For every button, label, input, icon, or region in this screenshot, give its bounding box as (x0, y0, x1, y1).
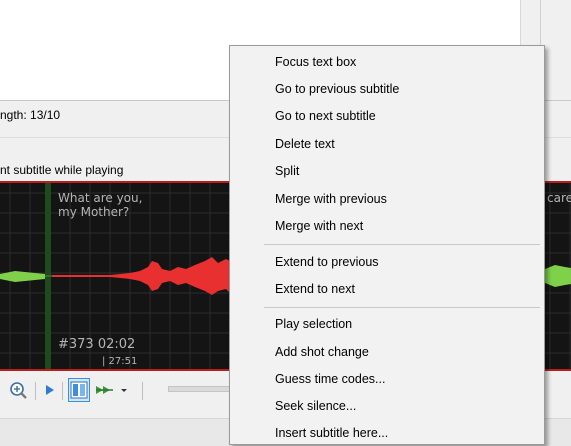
waveform-subtitle-text: What are you, my Mother? (58, 191, 143, 219)
menu-item-extend-to-next[interactable]: Extend to next (232, 277, 542, 303)
play-next-icon[interactable] (93, 378, 117, 402)
waveform-subtitle-number: #373 02:02 (58, 337, 136, 352)
menu-item-label: Extend to previous (275, 255, 379, 269)
menu-item-label: Add shot change (275, 345, 369, 359)
menu-item-merge-with-next[interactable]: Merge with next (232, 214, 542, 240)
zoom-slider-track[interactable] (168, 386, 230, 392)
waveform-selected-segment (52, 257, 230, 295)
menu-item-label: Guess time codes... (275, 372, 386, 386)
menu-item-go-to-next-subtitle[interactable]: Go to next subtitle (232, 104, 542, 130)
menu-item-guess-time-codes[interactable]: Guess time codes... (232, 367, 542, 393)
toolbar-separator (142, 382, 143, 400)
dropdown-arrow-icon[interactable] (118, 378, 130, 402)
menu-item-label: Go to previous subtitle (275, 82, 400, 96)
menu-item-focus-text-box[interactable]: Focus text box (232, 50, 542, 76)
menu-item-add-shot-change[interactable]: Add shot change (232, 340, 542, 366)
menu-item-label: Merge with next (275, 219, 364, 233)
select-current-subtitle-checkbox-label[interactable]: nt subtitle while playing (0, 163, 123, 177)
menu-item-label: Go to next subtitle (275, 109, 376, 123)
menu-separator (264, 244, 540, 245)
menu-item-label: Insert subtitle here... (275, 426, 389, 440)
waveform-next-subtitle-text: care (547, 191, 571, 205)
menu-item-label: Play selection (275, 317, 353, 331)
menu-item-insert-subtitle-here[interactable]: Insert subtitle here... (232, 421, 542, 444)
menu-item-label: Merge with previous (275, 192, 387, 206)
play-icon[interactable] (40, 378, 60, 402)
toolbar-separator (35, 382, 36, 400)
menu-item-extend-to-previous[interactable]: Extend to previous (232, 250, 542, 276)
menu-item-label: Seek silence... (275, 399, 357, 413)
menu-item-label: Extend to next (275, 282, 355, 296)
menu-item-label: Delete text (275, 137, 335, 151)
toolbar-separator (62, 382, 63, 400)
line-length-label: ngth: 13/10 (0, 108, 61, 122)
waveform-right-segment (545, 265, 571, 287)
menu-separator (264, 307, 540, 308)
zoom-icon[interactable] (8, 378, 30, 402)
menu-item-delete-text[interactable]: Delete text (232, 132, 542, 158)
menu-item-merge-with-previous[interactable]: Merge with previous (232, 187, 542, 213)
menu-item-label: Focus text box (275, 55, 357, 69)
menu-item-play-selection[interactable]: Play selection (232, 312, 542, 338)
menu-item-go-to-previous-subtitle[interactable]: Go to previous subtitle (232, 77, 542, 103)
menu-item-seek-silence[interactable]: Seek silence... (232, 394, 542, 420)
context-menu: Focus text box Go to previous subtitle G… (229, 45, 545, 445)
waveform-spectrogram-toggle-icon[interactable] (68, 378, 90, 402)
waveform-time-marker: | 27:51 (102, 356, 138, 367)
menu-item-split[interactable]: Split (232, 159, 542, 185)
menu-item-label: Split (275, 164, 300, 178)
